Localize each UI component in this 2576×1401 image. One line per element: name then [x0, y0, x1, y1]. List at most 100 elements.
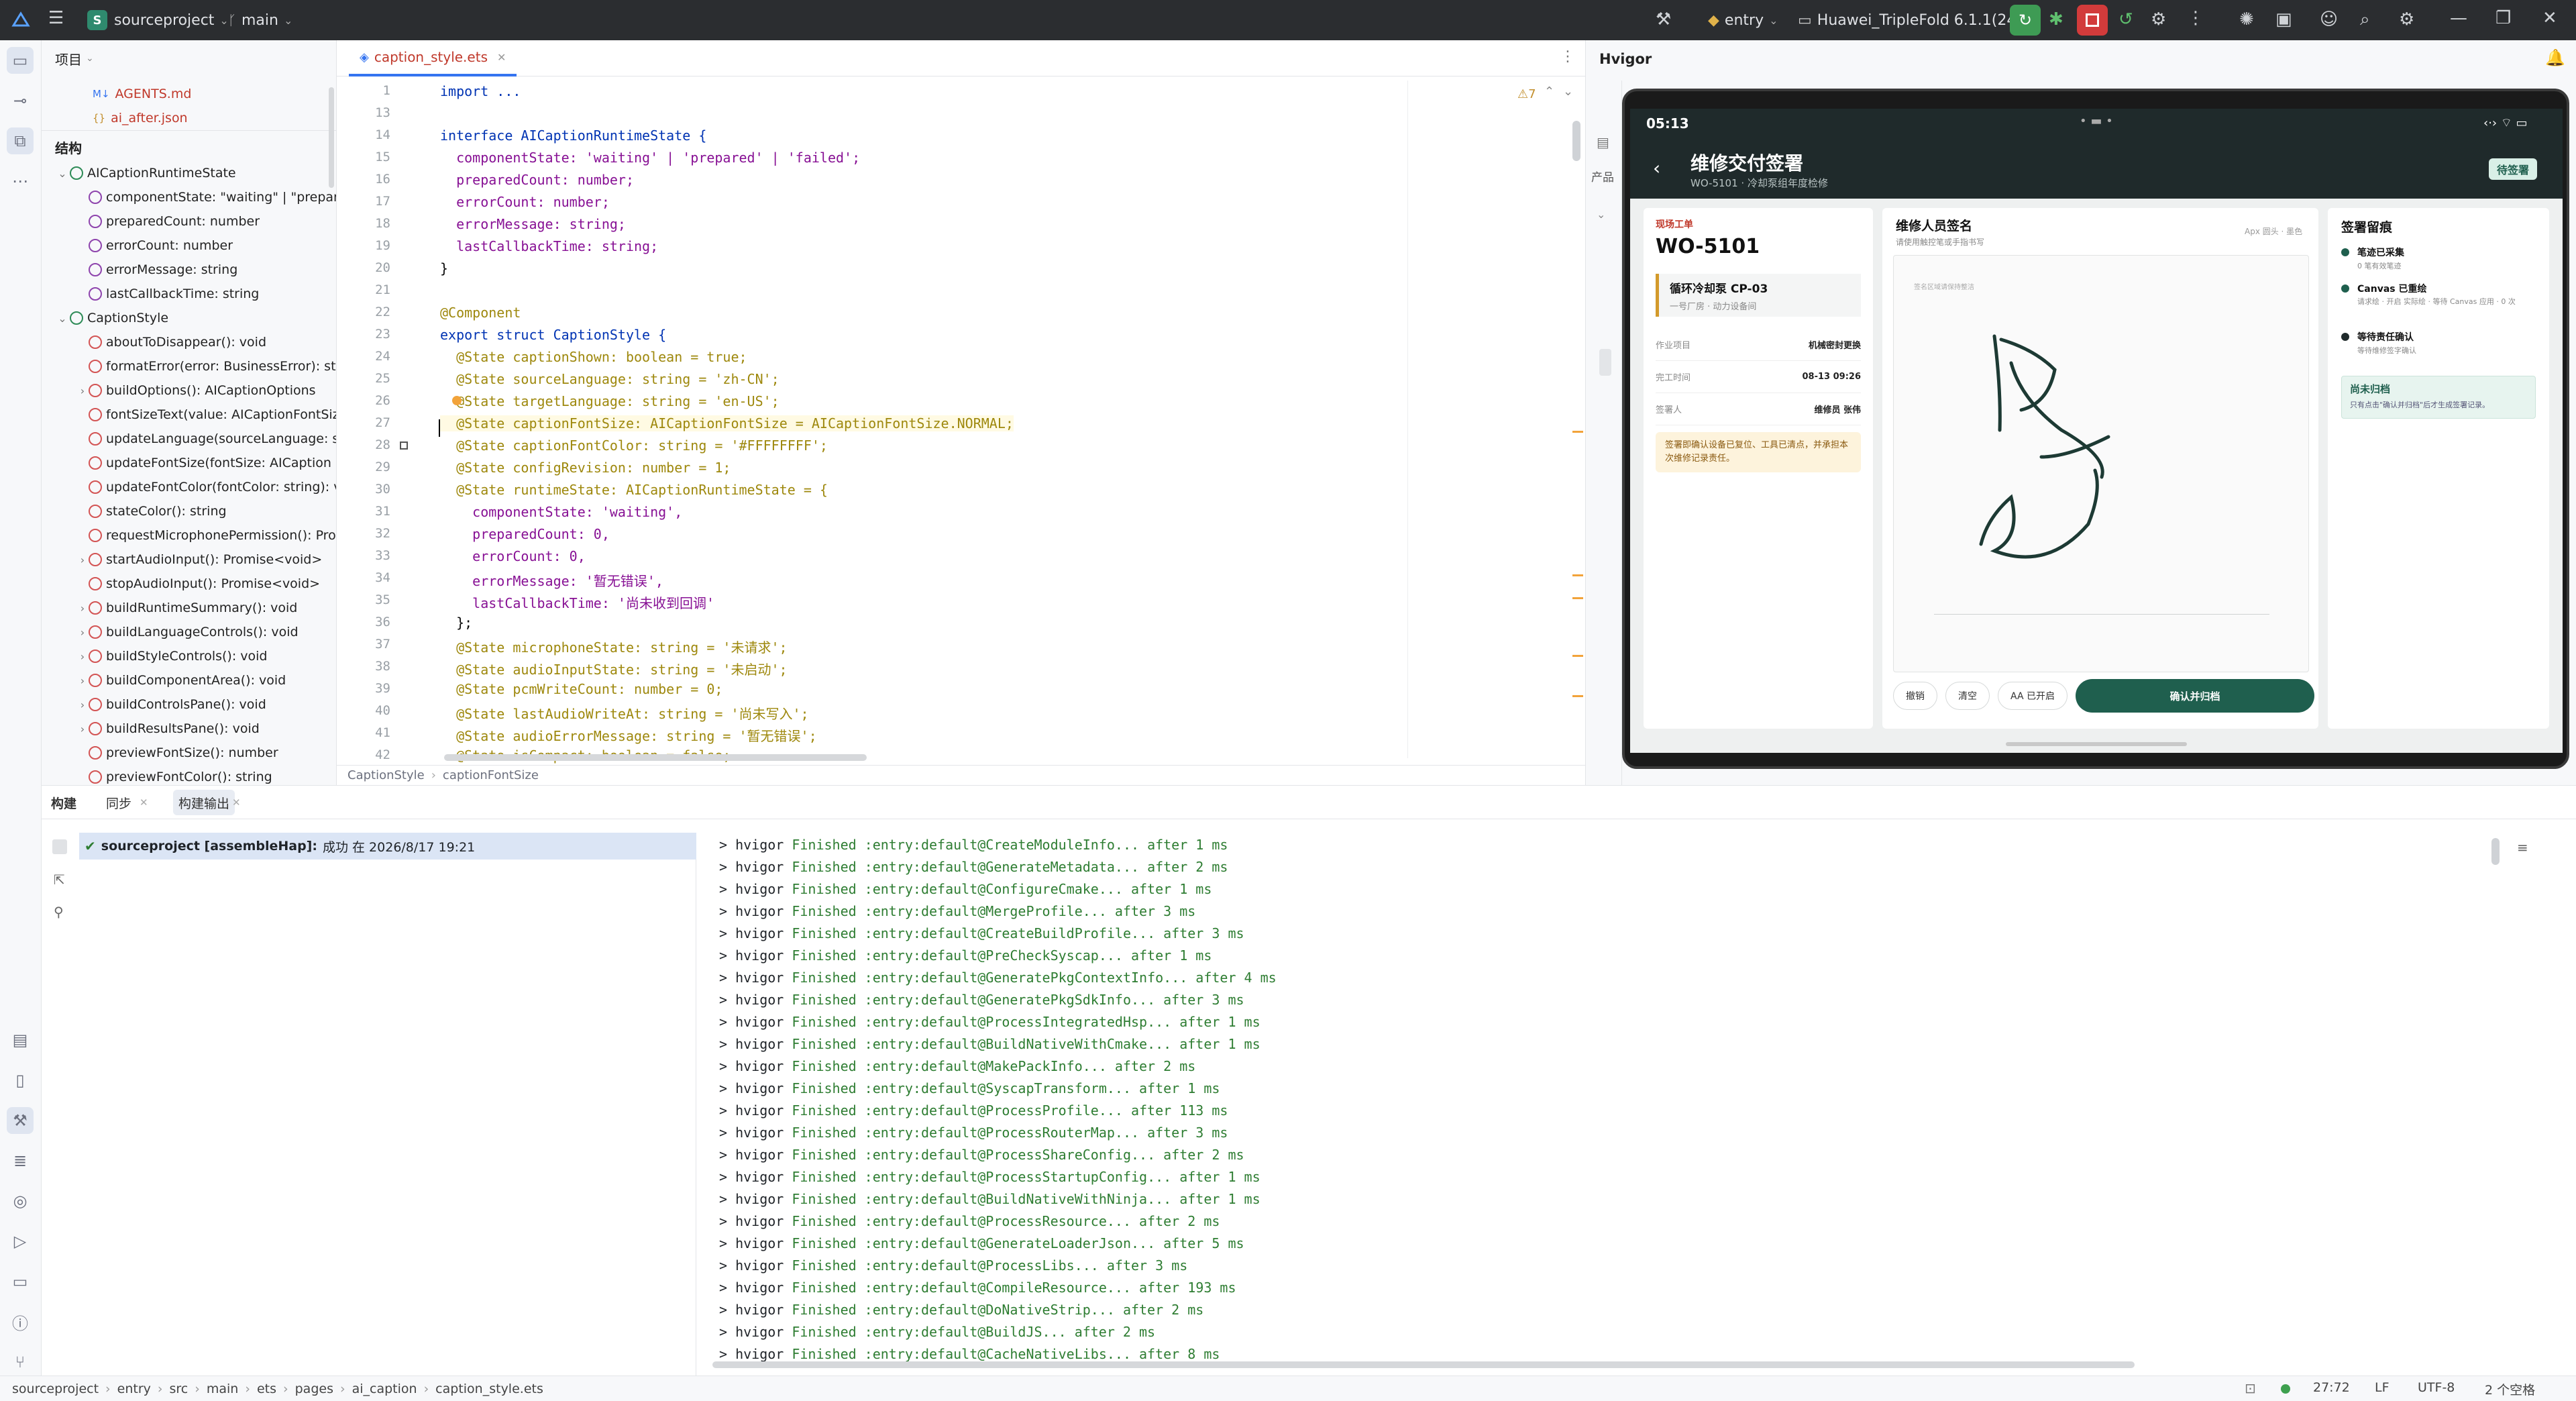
- path-item[interactable]: caption_style.ets: [435, 1382, 543, 1396]
- preview-icon[interactable]: ▯: [7, 1067, 34, 1094]
- module-selector[interactable]: ◆ entry ⌄: [1708, 7, 1778, 34]
- path-item[interactable]: sourceproject: [12, 1382, 99, 1396]
- chevron-right-icon[interactable]: ›: [75, 384, 90, 397]
- chevron-down-icon[interactable]: ⌄: [1597, 208, 1605, 221]
- search-icon[interactable]: ⌕: [2360, 9, 2370, 30]
- log-line[interactable]: > hvigor Finished:entry:default@SyscapTra…: [719, 1080, 1220, 1096]
- log-line[interactable]: > hvigor Finished:entry:default@GenerateM…: [719, 859, 1228, 875]
- warning-count[interactable]: ⚠7: [1517, 87, 1536, 101]
- maximize-icon[interactable]: ❐: [2496, 8, 2511, 28]
- pin-icon[interactable]: ⚲: [54, 904, 64, 920]
- file-row-ai-after[interactable]: {} ai_after.json: [42, 106, 336, 130]
- intention-bulb-icon[interactable]: [452, 396, 462, 405]
- log-horizontal-scrollbar[interactable]: [712, 1361, 2135, 1368]
- run-tool-icon[interactable]: ▷: [7, 1228, 34, 1255]
- cursor-position[interactable]: 27:72: [2313, 1380, 2350, 1395]
- warning-stripe[interactable]: [1572, 655, 1583, 657]
- device-selector[interactable]: ▭ Huawei_TripleFold 6.1.1(24) ⌄: [1798, 7, 2036, 34]
- chevron-right-icon[interactable]: ›: [75, 674, 90, 687]
- branch-selector[interactable]: ᚴ main ⌄: [228, 7, 292, 34]
- clear-button[interactable]: 清空: [1945, 682, 1990, 710]
- tab-build-output[interactable]: 构建输出: [173, 790, 235, 815]
- code-line[interactable]: componentState: 'waiting',: [440, 504, 682, 520]
- log-line[interactable]: > hvigor Finished:entry:default@ProcessRe…: [719, 1213, 1220, 1229]
- chevron-right-icon[interactable]: ›: [75, 626, 90, 639]
- log-line[interactable]: > hvigor Finished:entry:default@CacheNati…: [719, 1346, 1220, 1362]
- signature-canvas[interactable]: 签名区域请保持整洁: [1893, 255, 2309, 672]
- code-line[interactable]: @Component: [440, 305, 521, 321]
- warning-stripe[interactable]: [1572, 597, 1583, 599]
- structure-item[interactable]: updateLanguage(sourceLanguage: s: [42, 427, 336, 451]
- code-line[interactable]: errorCount: 0,: [440, 548, 586, 564]
- tab-caption-style[interactable]: ◈ caption_style.ets ✕: [349, 40, 517, 76]
- confirm-archive-button[interactable]: 确认并归档: [2076, 679, 2314, 713]
- structure-item[interactable]: lastCallbackTime: string: [42, 282, 336, 306]
- structure-item[interactable]: ⌄ CaptionStyle: [42, 306, 336, 330]
- code-line[interactable]: }: [440, 260, 448, 276]
- log-line[interactable]: > hvigor Finished:entry:default@GenerateL…: [719, 1235, 1244, 1251]
- code-line[interactable]: @State microphoneState: string = '未请求';: [440, 637, 787, 656]
- log-line[interactable]: > hvigor Finished:entry:default@ProcessPr…: [719, 1102, 1228, 1119]
- chevron-right-icon[interactable]: ›: [75, 650, 90, 663]
- log-line[interactable]: > hvigor Finished:entry:default@Configure…: [719, 881, 1212, 897]
- vcs-icon[interactable]: ⊡: [2245, 1380, 2256, 1396]
- warning-stripe[interactable]: [1572, 431, 1583, 433]
- code-line[interactable]: errorMessage: '暂无错误',: [440, 570, 663, 590]
- structure-item[interactable]: stateColor(): string: [42, 499, 336, 523]
- structure-item[interactable]: › buildResultsPane(): void: [42, 717, 336, 741]
- editor-scrollbar[interactable]: [1572, 121, 1580, 161]
- prev-highlight-icon[interactable]: ⌃: [1544, 85, 1554, 99]
- code-line[interactable]: @State configRevision: number = 1;: [440, 460, 731, 476]
- path-item[interactable]: main: [207, 1382, 238, 1396]
- log-line[interactable]: > hvigor Finished:entry:default@ProcessRo…: [719, 1125, 1228, 1141]
- log-line[interactable]: > hvigor Finished:entry:default@CreateMod…: [719, 837, 1228, 853]
- breadcrumb-item[interactable]: CaptionStyle: [347, 768, 425, 782]
- code-line[interactable]: errorCount: number;: [440, 194, 610, 210]
- commit-icon[interactable]: ⊸: [7, 87, 34, 114]
- services-icon[interactable]: ◎: [7, 1188, 34, 1214]
- code-line[interactable]: interface AICaptionRuntimeState {: [440, 127, 706, 144]
- more-actions-icon[interactable]: ⋮: [2187, 8, 2204, 28]
- code-line[interactable]: lastCallbackTime: '尚未收到回调': [440, 592, 714, 612]
- structure-item[interactable]: updateFontColor(fontColor: string): v: [42, 475, 336, 499]
- breakpoint-marker-icon[interactable]: [400, 442, 408, 450]
- structure-icon[interactable]: ⧉: [7, 127, 34, 154]
- project-selector[interactable]: S sourceproject ⌄: [87, 7, 229, 34]
- tab-build[interactable]: 构建: [51, 786, 76, 819]
- chevron-right-icon[interactable]: ›: [75, 602, 90, 615]
- code-line[interactable]: @State captionFontSize: AICaptionFontSiz…: [440, 415, 1014, 431]
- git-icon[interactable]: ⑂: [7, 1349, 34, 1376]
- code-line[interactable]: lastCallbackTime: string;: [440, 238, 658, 254]
- structure-item[interactable]: › buildLanguageControls(): void: [42, 620, 336, 644]
- line-ending[interactable]: LF: [2375, 1380, 2390, 1395]
- structure-item[interactable]: › buildControlsPane(): void: [42, 692, 336, 717]
- log-line[interactable]: > hvigor Finished:entry:default@BuildNati…: [719, 1191, 1260, 1207]
- structure-item[interactable]: › buildStyleControls(): void: [42, 644, 336, 668]
- project-panel-header[interactable]: 项目 ⌄: [55, 48, 94, 68]
- log-line[interactable]: > hvigor Finished:entry:default@GenerateP…: [719, 992, 1244, 1008]
- structure-item[interactable]: › buildRuntimeSummary(): void: [42, 596, 336, 620]
- log-line[interactable]: > hvigor Finished:entry:default@GenerateP…: [719, 970, 1277, 986]
- code-line[interactable]: preparedCount: 0,: [440, 526, 610, 542]
- stop-build-icon[interactable]: [52, 839, 67, 854]
- home-indicator[interactable]: [2006, 742, 2187, 746]
- project-folder-icon[interactable]: ▭: [7, 47, 34, 74]
- code-line[interactable]: export struct CaptionStyle {: [440, 327, 666, 343]
- structure-item[interactable]: › buildComponentArea(): void: [42, 668, 336, 692]
- build-log[interactable]: > hvigor Finished:entry:default@CreateMod…: [706, 833, 2530, 1369]
- close-icon[interactable]: ✕: [2542, 8, 2557, 28]
- log-line[interactable]: > hvigor Finished:entry:default@PreCheckS…: [719, 947, 1212, 964]
- structure-item[interactable]: aboutToDisappear(): void: [42, 330, 336, 354]
- antialias-toggle[interactable]: AA 已开启: [1998, 682, 2068, 710]
- structure-item[interactable]: preparedCount: number: [42, 209, 336, 234]
- structure-item[interactable]: › buildOptions(): AICaptionOptions: [42, 378, 336, 403]
- back-icon[interactable]: ‹: [1653, 157, 1660, 179]
- horizontal-scrollbar[interactable]: [444, 754, 867, 761]
- log-line[interactable]: > hvigor Finished:entry:default@MakePackI…: [719, 1058, 1195, 1074]
- code-line[interactable]: preparedCount: number;: [440, 172, 634, 188]
- log-line[interactable]: > hvigor Finished:entry:default@MergeProf…: [719, 903, 1195, 919]
- layout-inspector-icon[interactable]: ▤: [7, 1027, 34, 1053]
- close-tab-icon[interactable]: ✕: [497, 51, 506, 64]
- log-line[interactable]: > hvigor Finished:entry:default@ProcessIn…: [719, 1014, 1260, 1030]
- log-line[interactable]: > hvigor Finished:entry:default@CreateBui…: [719, 925, 1244, 941]
